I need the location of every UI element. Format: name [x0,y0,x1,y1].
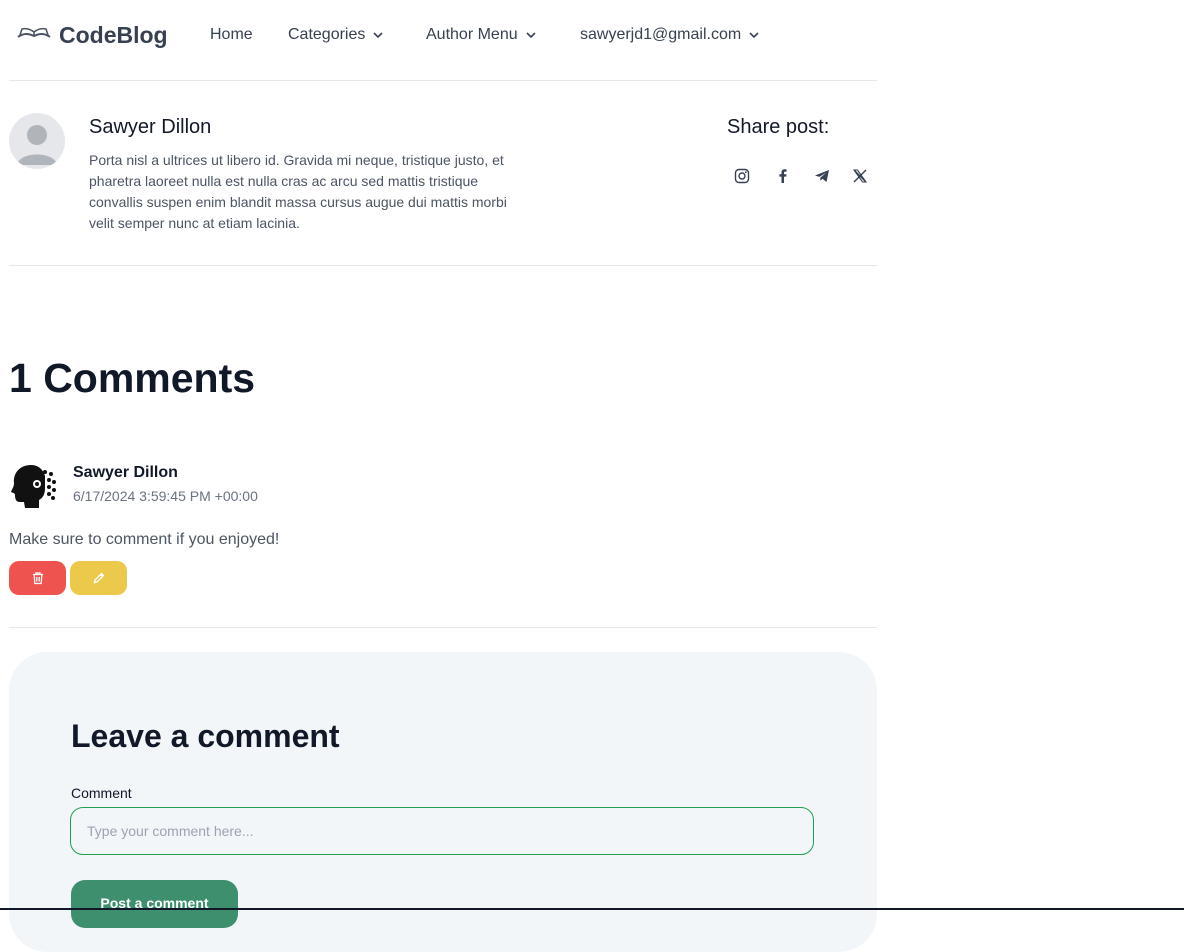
nav-home[interactable]: Home [210,26,253,44]
logo[interactable]: CodeBlog [17,22,168,49]
comment-input[interactable] [70,807,814,855]
nav-home-label: Home [210,26,253,43]
pencil-icon [93,572,104,584]
chevron-down-icon [373,32,383,39]
share-post-title: Share post: [727,116,830,138]
form-title: Leave a comment [71,718,340,754]
chevron-down-icon [749,32,759,39]
chevron-down-icon [526,32,536,39]
x-icon[interactable] [847,163,873,189]
nav-author-menu-label: Author Menu [426,26,518,43]
comment-author: Sawyer Dillon [73,464,178,481]
comment-text: Make sure to comment if you enjoyed! [9,531,280,548]
nav-author-menu[interactable]: Author Menu [426,26,538,44]
logo-text: CodeBlog [59,22,168,48]
delete-comment-button[interactable] [9,561,66,595]
open-book-icon [17,26,51,45]
author-name: Sawyer Dillon [89,116,212,138]
ai-head-icon [11,465,56,508]
comments-title: 1 Comments [9,355,256,401]
nav-account-label: sawyerjd1@gmail.com [580,26,742,43]
nav-account-menu[interactable]: sawyerjd1@gmail.com [580,26,761,44]
comment-form-card: Leave a comment Comment Post a comment [9,652,877,952]
comment-label: Comment [71,785,132,801]
facebook-icon[interactable] [770,163,796,189]
nav-categories-label: Categories [288,26,366,43]
author-avatar [9,113,65,169]
comment-date: 6/17/2024 3:59:45 PM +00:00 [73,488,258,504]
trash-icon [32,572,43,585]
instagram-icon[interactable] [729,163,755,189]
telegram-icon[interactable] [809,163,835,189]
user-placeholder-icon [17,125,57,165]
nav-categories[interactable]: Categories [288,26,385,44]
author-bio: Porta nisl a ultrices ut libero id. Grav… [89,152,507,231]
comments-divider [9,627,877,628]
post-comment-button[interactable]: Post a comment [71,880,238,928]
commenter-avatar [9,462,57,510]
edit-comment-button[interactable] [70,561,127,595]
top-navbar: CodeBlog Home Categories Author Menu saw… [9,0,877,81]
